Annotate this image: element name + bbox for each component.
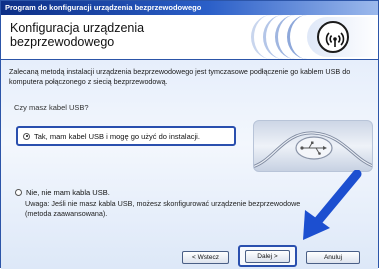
page-title: Konfiguracja urządzenia bezprzewodowego <box>10 21 145 49</box>
option-yes-label: Tak, mam kabel USB i mogę go użyć do ins… <box>34 131 200 141</box>
radio-yes[interactable] <box>23 132 30 140</box>
radio-no[interactable] <box>15 189 22 196</box>
note-text: Uwaga: Jeśli nie masz kabla USB, możesz … <box>25 199 301 218</box>
installer-window: Program do konfiguracji urządzenia bezpr… <box>0 0 379 269</box>
cancel-button[interactable]: Anuluj <box>306 251 360 264</box>
pointer-arrow-icon <box>303 170 362 240</box>
usb-cable-illustration <box>253 120 373 172</box>
option-yes-usb[interactable]: Tak, mam kabel USB i mogę go użyć do ins… <box>16 126 236 146</box>
question-label: Czy masz kabel USB? <box>14 103 89 112</box>
wifi-icon <box>317 21 349 53</box>
description-text: Zalecaną metodą instalacji urządzenia be… <box>9 67 351 86</box>
header-panel: Konfiguracja urządzenia bezprzewodowego <box>1 15 378 59</box>
title-bar: Program do konfiguracji urządzenia bezpr… <box>1 1 378 15</box>
content-area: Zalecaną metodą instalacji urządzenia be… <box>1 60 378 269</box>
next-button[interactable]: Dalej > <box>245 250 290 263</box>
option-no-usb[interactable]: Nie, nie mam kabla USB. <box>15 188 110 197</box>
back-button[interactable]: < Wstecz <box>182 251 229 264</box>
option-no-label: Nie, nie mam kabla USB. <box>26 188 110 197</box>
